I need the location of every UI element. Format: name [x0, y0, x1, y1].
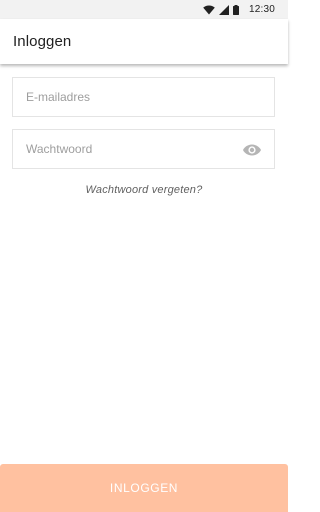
app-bar: Inloggen	[0, 19, 288, 64]
page-title: Inloggen	[13, 33, 72, 50]
password-field-container	[12, 129, 275, 169]
login-button[interactable]: INLOGGEN	[0, 464, 288, 512]
forgot-password-link[interactable]: Wachtwoord vergeten?	[0, 184, 288, 196]
login-screen: 12:30 Inloggen Wachtwoord vergeten? INLO…	[0, 0, 288, 512]
status-time: 12:30	[248, 4, 275, 15]
password-field[interactable]	[26, 142, 226, 156]
eye-icon[interactable]	[243, 141, 261, 159]
status-bar: 12:30	[0, 0, 288, 19]
battery-icon	[232, 4, 239, 15]
signal-icon	[218, 4, 229, 15]
email-field[interactable]	[26, 90, 226, 104]
wifi-icon	[203, 4, 215, 15]
email-field-container	[12, 77, 275, 117]
